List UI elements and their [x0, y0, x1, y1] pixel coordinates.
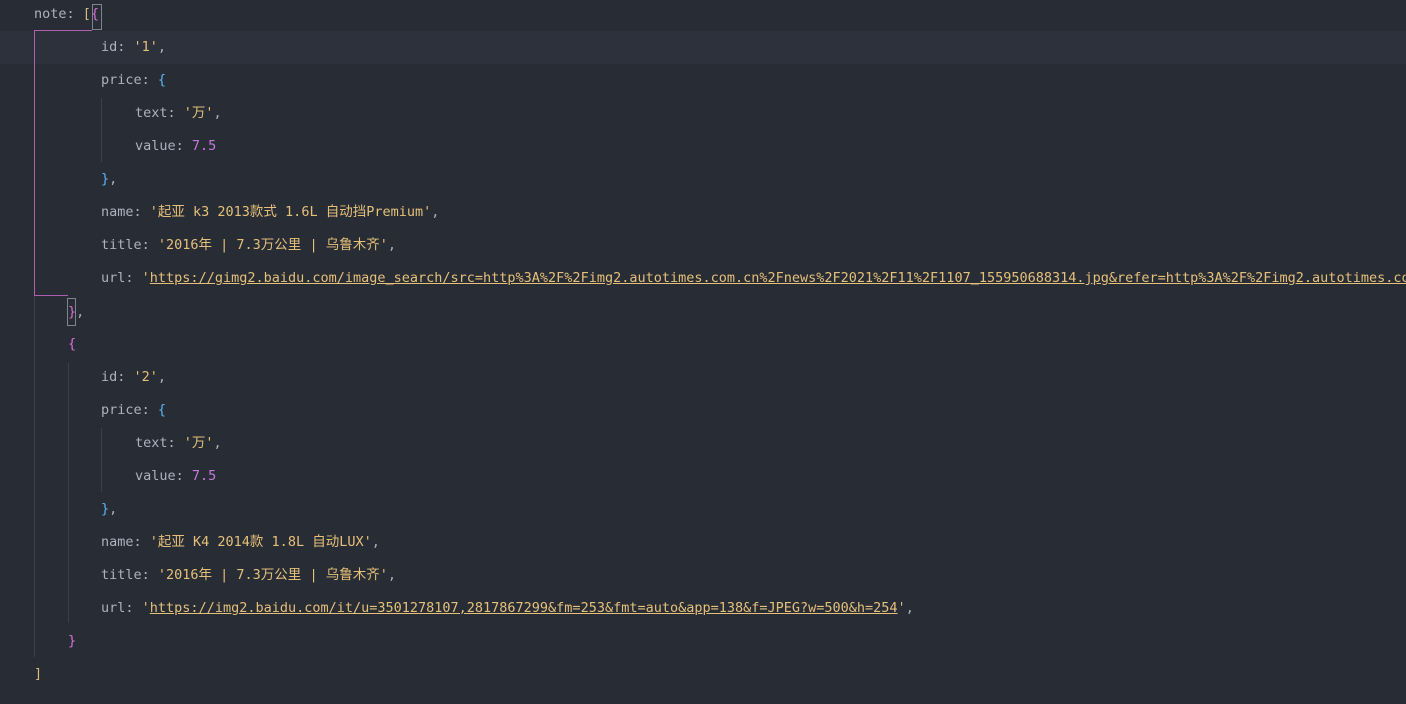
code-line-3: price: {: [0, 64, 1406, 97]
key-price: price: [101, 72, 142, 88]
code-line-10: },: [0, 296, 1406, 329]
open-brace: {: [68, 336, 77, 352]
colon: :: [66, 6, 83, 22]
bracket-scope-vertical: [34, 31, 35, 295]
key-value: value: [135, 468, 176, 484]
quote-open: ': [141, 270, 150, 286]
key-name: name: [101, 204, 134, 220]
colon: :: [133, 534, 150, 550]
colon: :: [167, 105, 184, 121]
value-title: '2016年 | 7.3万公里 | 乌鲁木齐': [157, 567, 388, 583]
code-editor[interactable]: note: [{ id: '1', price: { text: '万', va…: [0, 0, 1406, 704]
value-name: '起亚 k3 2013款式 1.6L 自动挡Premium': [149, 204, 432, 220]
comma: ,: [431, 204, 440, 220]
comma: ,: [213, 435, 222, 451]
code-line-7: name: '起亚 k3 2013款式 1.6L 自动挡Premium',: [0, 196, 1406, 229]
quote-close: ': [897, 600, 906, 616]
code-line-18: title: '2016年 | 7.3万公里 | 乌鲁木齐',: [0, 559, 1406, 592]
comma: ,: [157, 39, 167, 55]
close-brace: }: [101, 171, 110, 187]
comma: ,: [387, 567, 396, 583]
key-id: id: [101, 369, 118, 385]
comma: ,: [76, 304, 85, 320]
value-name: '起亚 K4 2014款 1.8L 自动LUX': [149, 534, 372, 550]
value-number: 7.5: [191, 138, 217, 154]
colon: :: [141, 567, 158, 583]
comma: ,: [157, 369, 167, 385]
code-line-14: text: '万',: [0, 427, 1406, 460]
key-url: url: [101, 270, 126, 286]
bracket-scope-horizontal: [34, 295, 68, 296]
colon: :: [117, 39, 134, 55]
url-link[interactable]: https://img2.baidu.com/it/u=3501278107,2…: [150, 600, 898, 616]
quote-open: ': [141, 600, 150, 616]
comma: ,: [109, 171, 118, 187]
code-line-21: ]: [0, 658, 1406, 691]
key-value: value: [135, 138, 176, 154]
comma: ,: [213, 105, 222, 121]
code-line-17: name: '起亚 K4 2014款 1.8L 自动LUX',: [0, 526, 1406, 559]
code-line-4: text: '万',: [0, 97, 1406, 130]
colon: :: [175, 468, 192, 484]
code-line-9: url: 'https://gimg2.baidu.com/image_sear…: [0, 262, 1406, 295]
close-brace: }: [101, 501, 110, 517]
value-title: '2016年 | 7.3万公里 | 乌鲁木齐': [157, 237, 388, 253]
colon: :: [125, 270, 142, 286]
code-line-19: url: 'https://img2.baidu.com/it/u=350127…: [0, 592, 1406, 625]
comma: ,: [905, 600, 914, 616]
comma: ,: [387, 237, 396, 253]
code-line-2-active: id: '1',: [0, 31, 1406, 64]
close-brace: }: [68, 633, 77, 649]
code-line-20: }: [0, 625, 1406, 658]
colon: :: [125, 600, 142, 616]
key-title: title: [101, 237, 142, 253]
code-line-16: },: [0, 493, 1406, 526]
code-line-1: note: [{: [0, 0, 1406, 31]
colon: :: [141, 402, 158, 418]
value-id: '2': [133, 369, 158, 385]
code-line-11: {: [0, 328, 1406, 361]
bracket-match-highlight: [92, 4, 102, 30]
key-note: note: [34, 6, 67, 22]
colon: :: [141, 237, 158, 253]
open-brace: {: [157, 402, 167, 418]
key-price: price: [101, 402, 142, 418]
key-name: name: [101, 534, 134, 550]
code-line-5: value: 7.5: [0, 130, 1406, 163]
value-number: 7.5: [191, 468, 217, 484]
bracket-scope-top: [34, 30, 92, 31]
key-text: text: [135, 105, 168, 121]
value-id: '1': [133, 39, 158, 55]
code-line-12: id: '2',: [0, 361, 1406, 394]
colon: :: [141, 72, 158, 88]
code-line-15: value: 7.5: [0, 460, 1406, 493]
open-square-bracket: [: [82, 6, 91, 22]
key-id: id: [101, 39, 118, 55]
code-line-6: },: [0, 163, 1406, 196]
key-title: title: [101, 567, 142, 583]
url-link[interactable]: https://gimg2.baidu.com/image_search/src…: [150, 270, 1406, 286]
close-square-bracket: ]: [34, 666, 43, 682]
comma: ,: [109, 501, 118, 517]
open-brace: {: [157, 72, 167, 88]
colon: :: [117, 369, 134, 385]
key-text: text: [135, 435, 168, 451]
colon: :: [133, 204, 150, 220]
value-text: '万': [183, 435, 214, 451]
code-line-8: title: '2016年 | 7.3万公里 | 乌鲁木齐',: [0, 229, 1406, 262]
value-text: '万': [183, 105, 214, 121]
key-url: url: [101, 600, 126, 616]
colon: :: [175, 138, 192, 154]
code-line-13: price: {: [0, 394, 1406, 427]
bracket-match-highlight: [67, 298, 76, 326]
comma: ,: [371, 534, 380, 550]
colon: :: [167, 435, 184, 451]
